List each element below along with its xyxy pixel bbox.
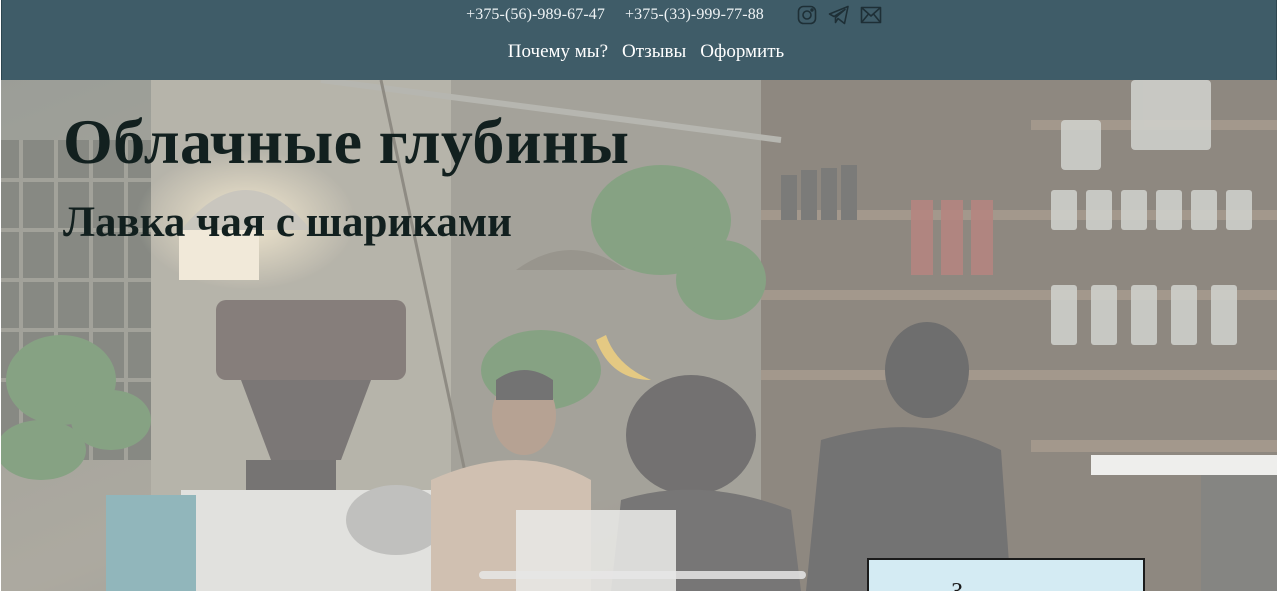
hero-title: Облачные глубины xyxy=(63,106,630,177)
site-header: +375-(56)-989-67-47 +375-(33)-999-77-88 xyxy=(1,0,1277,80)
hero-subtitle: Лавка чая с шариками xyxy=(63,199,512,246)
nav-order[interactable]: Оформить xyxy=(700,38,784,66)
nav-reviews[interactable]: Отзывы xyxy=(622,38,686,66)
carousel-scrollbar[interactable] xyxy=(479,571,806,579)
order-card-label: З xyxy=(951,578,963,591)
telegram-icon[interactable] xyxy=(828,4,850,26)
nav-why-us[interactable]: Почему мы? xyxy=(508,38,608,66)
social-links xyxy=(796,4,882,26)
phone-link-2[interactable]: +375-(33)-999-77-88 xyxy=(625,6,764,24)
hero-section: Облачные глубины Лавка чая с шариками З xyxy=(1,80,1277,591)
contact-bar: +375-(56)-989-67-47 +375-(33)-999-77-88 xyxy=(2,0,1276,30)
mail-icon[interactable] xyxy=(860,4,882,26)
order-card[interactable]: З xyxy=(867,558,1145,591)
instagram-icon[interactable] xyxy=(796,4,818,26)
phone-link-1[interactable]: +375-(56)-989-67-47 xyxy=(466,6,605,24)
main-nav: Почему мы? Отзывы Оформить xyxy=(2,38,1276,66)
